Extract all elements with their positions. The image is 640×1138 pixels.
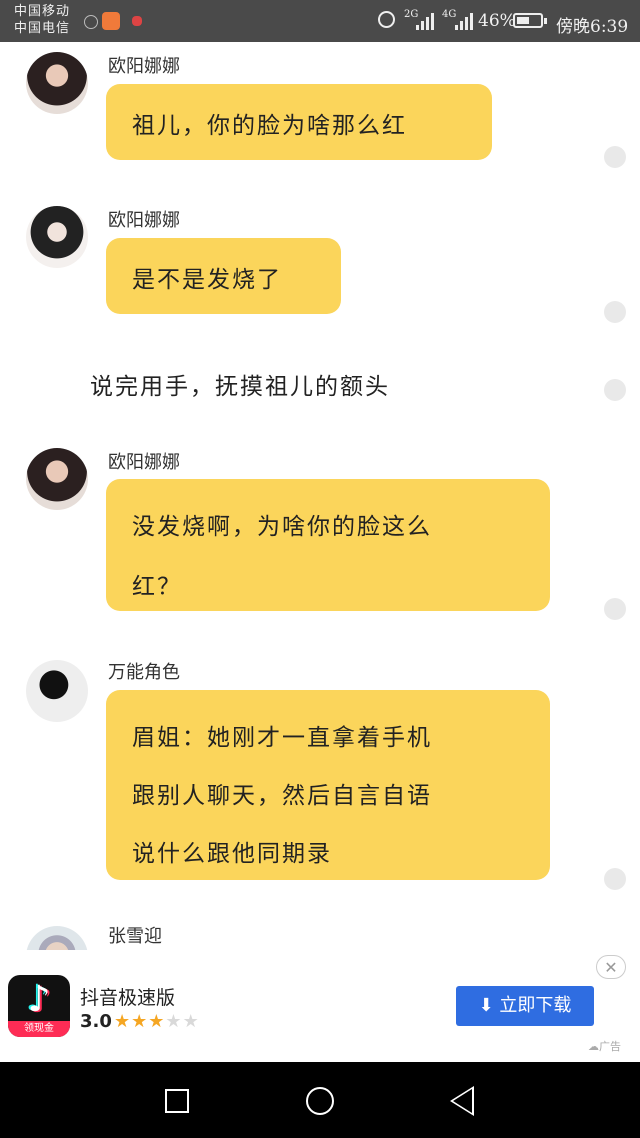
back-button[interactable] xyxy=(450,1086,474,1116)
status-bar: 中国移动 中国电信 2G 4G 46% 傍晚6:39 xyxy=(0,0,640,42)
video-app-icon xyxy=(102,12,120,30)
star-icon: ★ xyxy=(114,1011,132,1032)
avatar[interactable] xyxy=(26,206,88,268)
chat-area[interactable]: 欧阳娜娜 祖儿，你的脸为啥那么红 欧阳娜娜 是不是发烧了 说完用手，抚摸祖儿的额… xyxy=(0,42,640,950)
avatar[interactable] xyxy=(26,448,88,510)
message-line: 红？ xyxy=(132,574,182,600)
ad-label: ☁广告 xyxy=(588,1040,621,1053)
ad-rating: 3.0 xyxy=(80,1011,112,1032)
signal-1-icon xyxy=(416,12,434,30)
app-logo-badge: 领现金 xyxy=(8,1021,70,1037)
sender-name: 欧阳娜娜 xyxy=(108,452,180,473)
carrier-info: 中国移动 中国电信 xyxy=(14,3,70,37)
rating-stars: ★★★★★ xyxy=(114,1011,200,1032)
message-line: 说什么跟他同期录 xyxy=(132,841,332,867)
star-icon: ★ xyxy=(182,1011,200,1032)
download-button[interactable]: ⬇ 立即下载 xyxy=(456,986,594,1026)
message-line: 跟别人聊天，然后自言自语 xyxy=(132,783,432,809)
battery-icon xyxy=(513,13,547,28)
ad-banner[interactable]: ✕ ♪ 领现金 抖音极速版 3.0 ★★★★★ ⬇ 立即下载 ☁广告 xyxy=(0,950,640,1062)
sender-name: 欧阳娜娜 xyxy=(108,210,180,231)
battery-percent: 46% xyxy=(478,11,516,31)
message-line: 祖儿，你的脸为啥那么红 xyxy=(132,113,407,139)
navigation-bar xyxy=(0,1062,640,1138)
clock: 傍晚6:39 xyxy=(556,17,629,37)
message-bubble[interactable]: 眉姐：她刚才一直拿着手机 跟别人聊天，然后自言自语 说什么跟他同期录 xyxy=(106,690,550,880)
app-logo-icon[interactable]: ♪ 领现金 xyxy=(8,975,70,1037)
app-notification-icon xyxy=(132,16,142,26)
sender-name: 欧阳娜娜 xyxy=(108,56,180,77)
avatar[interactable] xyxy=(26,52,88,114)
message-action-dot[interactable] xyxy=(604,868,626,890)
home-button[interactable] xyxy=(306,1087,334,1115)
message-line: 眉姐：她刚才一直拿着手机 xyxy=(132,725,432,751)
message-line: 没发烧啊，为啥你的脸这么 xyxy=(132,514,432,540)
signal-2-icon xyxy=(455,12,473,30)
star-icon: ★ xyxy=(131,1011,149,1032)
ad-app-name[interactable]: 抖音极速版 xyxy=(80,983,175,1010)
download-icon: ⬇ xyxy=(478,995,494,1016)
star-icon: ★ xyxy=(165,1011,183,1032)
message-action-dot[interactable] xyxy=(604,598,626,620)
message-line: 是不是发烧了 xyxy=(132,267,282,293)
carrier-1: 中国移动 xyxy=(14,4,71,19)
narration-text: 说完用手，抚摸祖儿的额头 xyxy=(90,374,390,400)
sender-name: 张雪迎 xyxy=(108,926,162,947)
carrier-2: 中国电信 xyxy=(14,21,71,36)
notification-icon xyxy=(84,15,98,29)
message-bubble[interactable]: 祖儿，你的脸为啥那么红 xyxy=(106,84,492,160)
avatar[interactable] xyxy=(26,926,88,950)
recent-apps-button[interactable] xyxy=(165,1089,189,1113)
close-icon[interactable]: ✕ xyxy=(596,955,626,979)
alarm-icon xyxy=(378,11,395,28)
download-label: 立即下载 xyxy=(499,995,572,1016)
star-icon: ★ xyxy=(148,1011,166,1032)
message-action-dot[interactable] xyxy=(604,301,626,323)
message-action-dot[interactable] xyxy=(604,146,626,168)
sender-name: 万能角色 xyxy=(108,662,180,683)
message-bubble[interactable]: 是不是发烧了 xyxy=(106,238,341,314)
avatar[interactable] xyxy=(26,660,88,722)
message-action-dot[interactable] xyxy=(604,379,626,401)
message-bubble[interactable]: 没发烧啊，为啥你的脸这么 红？ xyxy=(106,479,550,611)
